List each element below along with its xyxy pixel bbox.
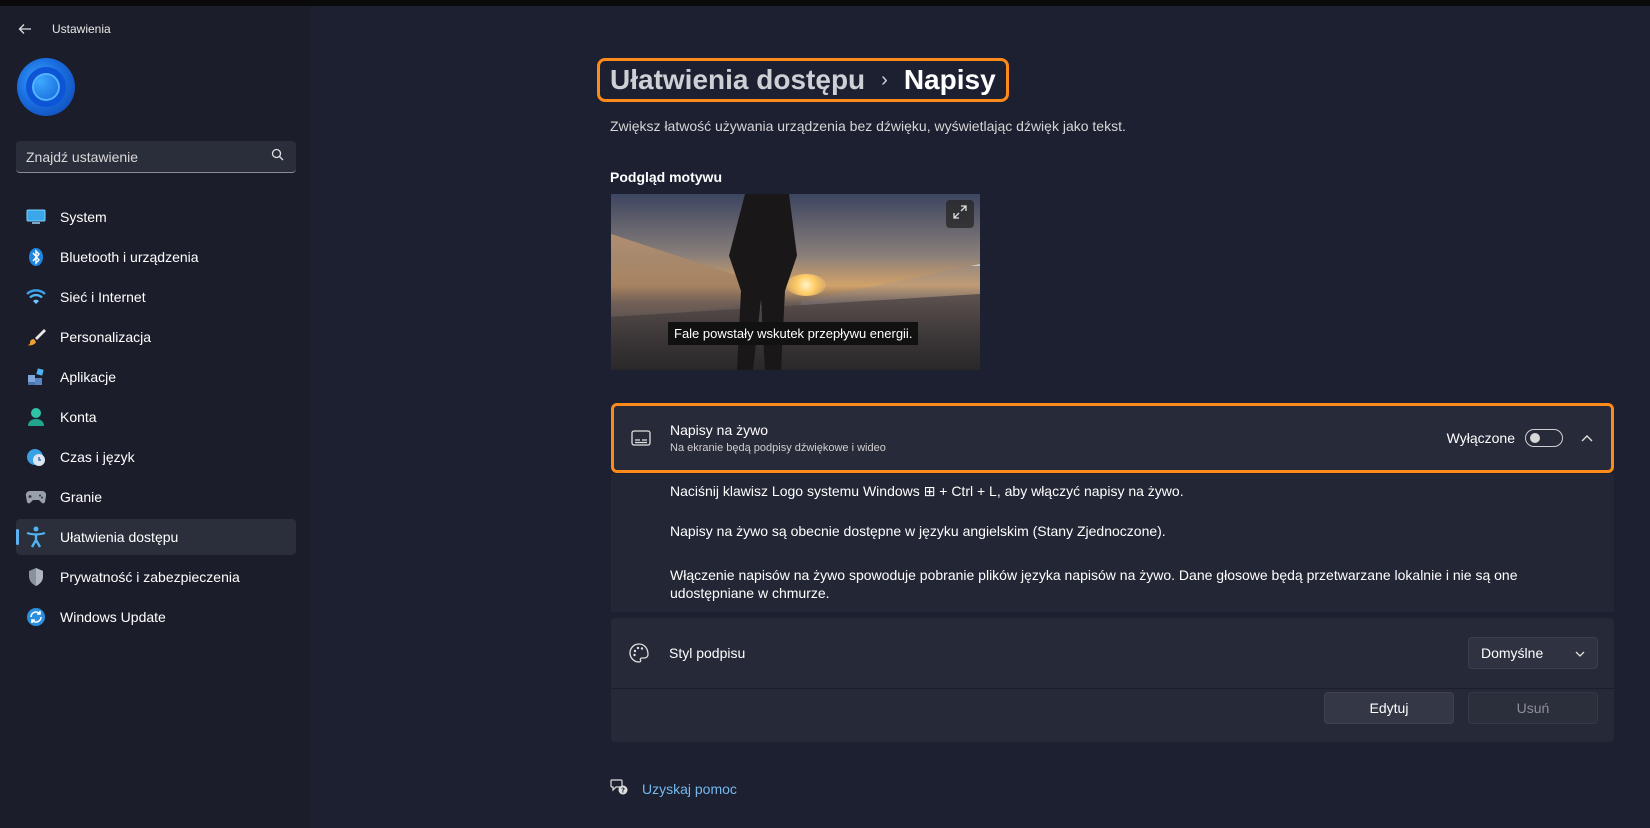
live-captions-text: Napisy na żywo Na ekranie będą podpisy d… [670, 422, 1447, 454]
search-box[interactable]: Znajdź ustawienie [16, 141, 296, 173]
avatar-ring-icon [26, 67, 66, 107]
preview-sun [786, 274, 826, 296]
app-title: Ustawienia [52, 22, 111, 36]
expand-preview-button[interactable] [946, 200, 974, 228]
toggle-state-label: Wyłączone [1446, 430, 1515, 446]
sidebar-item-accessibility[interactable]: Ułatwienia dostępu [16, 519, 296, 555]
sidebar-item-system[interactable]: System [16, 199, 296, 235]
svg-text:?: ? [621, 787, 625, 795]
sidebar-item-network[interactable]: Sieć i Internet [16, 279, 296, 315]
breadcrumb-parent[interactable]: Ułatwienia dostępu [610, 64, 865, 96]
sidebar-item-label: Personalizacja [60, 329, 152, 345]
edit-style-button[interactable]: Edytuj [1324, 692, 1454, 724]
help-icon: ? [610, 777, 628, 800]
avatar[interactable] [17, 58, 75, 116]
caption-style-label: Styl podpisu [669, 645, 746, 661]
sidebar-item-label: Prywatność i zabezpieczenia [60, 569, 240, 585]
live-captions-card[interactable]: Napisy na żywo Na ekranie będą podpisy d… [611, 403, 1614, 473]
theme-preview: Fale powstały wskutek przepływu energii. [611, 194, 980, 370]
caption-style-dropdown[interactable]: Domyślne [1468, 637, 1598, 669]
live-captions-toggle[interactable] [1525, 429, 1563, 447]
expand-icon [953, 204, 967, 224]
sidebar-item-gaming[interactable]: Granie [16, 479, 296, 515]
live-captions-description: Na ekranie będą podpisy dźwiękowe i wide… [670, 442, 886, 454]
sidebar-item-windows-update[interactable]: Windows Update [16, 599, 296, 635]
live-captions-details: Naciśnij klawisz Logo systemu Windows ⊞ … [611, 474, 1614, 612]
dropdown-selected-value: Domyślne [1481, 645, 1544, 661]
detail-language: Napisy na żywo są obecnie dostępne w jęz… [670, 523, 1166, 539]
caption-style-row: Styl podpisu Domyślne [611, 618, 1614, 688]
monitor-icon [25, 206, 47, 228]
sidebar-item-privacy[interactable]: Prywatność i zabezpieczenia [16, 559, 296, 595]
sidebar-item-label: Granie [60, 489, 103, 505]
palette-icon [627, 641, 651, 665]
person-icon [25, 406, 47, 428]
get-help-label[interactable]: Uzyskaj pomoc [642, 781, 737, 797]
sidebar-item-label: Ułatwienia dostępu [60, 529, 179, 545]
chevron-up-icon[interactable] [1579, 430, 1595, 446]
sidebar-item-label: Windows Update [60, 609, 166, 625]
sidebar-item-label: Sieć i Internet [60, 289, 146, 305]
breadcrumb-chevron-icon: › [881, 68, 888, 91]
gamepad-icon [25, 486, 47, 508]
sidebar-item-time-language[interactable]: Czas i język [16, 439, 296, 475]
sidebar-item-label: Aplikacje [60, 369, 117, 385]
apps-icon [25, 366, 47, 388]
detail-shortcut: Naciśnij klawisz Logo systemu Windows ⊞ … [670, 483, 1184, 499]
sidebar-item-label: System [60, 209, 107, 225]
bluetooth-icon [25, 246, 47, 268]
sidebar-item-label: Konta [60, 409, 97, 425]
shield-icon [25, 566, 47, 588]
preview-heading: Podgląd motywu [610, 169, 722, 185]
sidebar-item-accounts[interactable]: Konta [16, 399, 296, 435]
sidebar-nav: System Bluetooth i urządzenia Sieć i Int… [16, 199, 296, 639]
clock-globe-icon [25, 446, 47, 468]
page-description: Zwiększ łatwość używania urządzenia bez … [610, 118, 1126, 134]
caption-style-card: Styl podpisu Domyślne Edytuj Usuń [611, 618, 1614, 742]
sync-icon [25, 606, 47, 628]
search-input[interactable]: Znajdź ustawienie [26, 149, 138, 165]
brush-icon [25, 326, 47, 348]
preview-caption: Fale powstały wskutek przepływu energii. [668, 322, 919, 345]
accessibility-icon [25, 526, 47, 548]
detail-download: Włączenie napisów na żywo spowoduje pobr… [670, 567, 1518, 601]
page-title: Napisy [903, 64, 996, 95]
back-arrow-icon[interactable] [16, 20, 34, 38]
sidebar-item-personalization[interactable]: Personalizacja [16, 319, 296, 355]
chevron-down-icon [1575, 644, 1585, 662]
breadcrumb: Ułatwienia dostępu › Napisy [597, 58, 1009, 102]
sidebar-item-label: Czas i język [60, 449, 135, 465]
remove-style-button[interactable]: Usuń [1468, 692, 1598, 724]
title-bar: Ustawienia [16, 20, 111, 38]
card-divider [611, 688, 1614, 689]
sidebar-item-label: Bluetooth i urządzenia [60, 249, 199, 265]
captions-icon [630, 427, 652, 449]
sidebar-item-bluetooth[interactable]: Bluetooth i urządzenia [16, 239, 296, 275]
search-icon[interactable] [271, 148, 284, 166]
get-help-link[interactable]: ? Uzyskaj pomoc [610, 777, 737, 800]
wifi-icon [25, 286, 47, 308]
toggle-knob [1530, 433, 1540, 443]
live-captions-title: Napisy na żywo [670, 422, 769, 438]
sidebar-item-apps[interactable]: Aplikacje [16, 359, 296, 395]
